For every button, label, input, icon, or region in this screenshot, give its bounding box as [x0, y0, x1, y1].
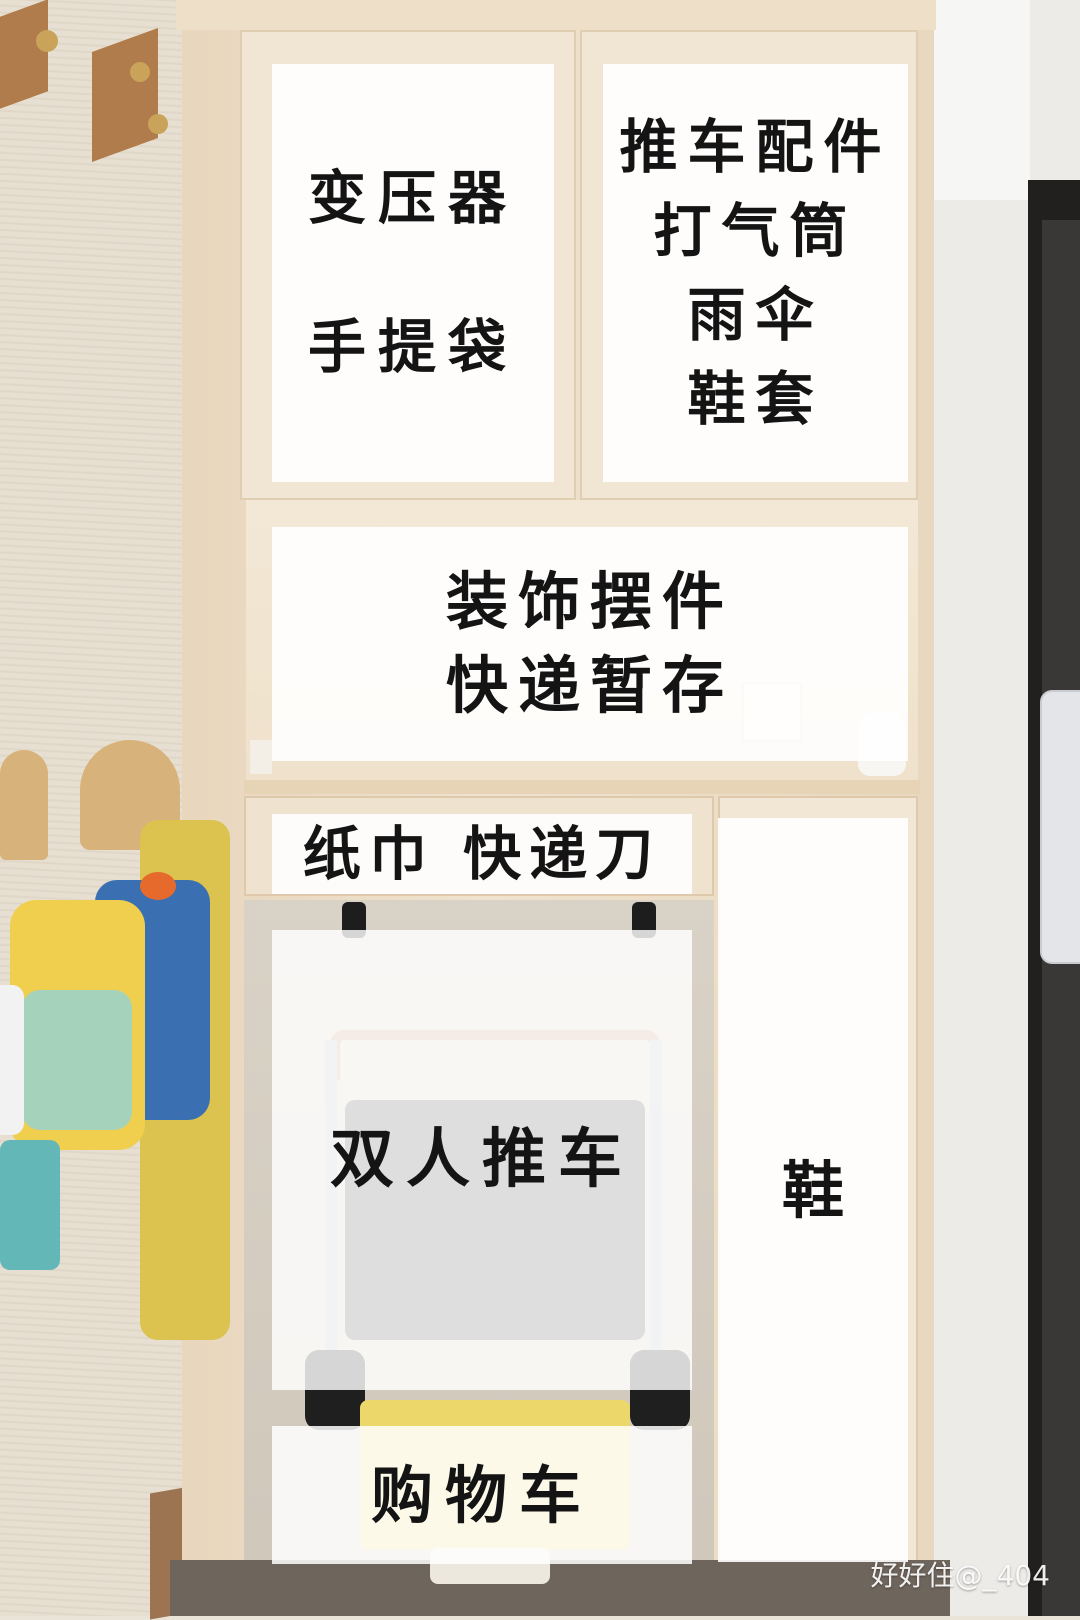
label-shopping-cart: 购物车	[370, 1458, 593, 1532]
small-ornament	[250, 740, 272, 774]
label-parcel-storage: 快递暂存	[445, 649, 734, 722]
brass-hook-knob	[148, 114, 168, 134]
label-transformer: 变压器	[307, 164, 518, 232]
tile-floor	[170, 1560, 950, 1616]
label-umbrella: 雨伞	[687, 281, 824, 349]
backpack-ears	[140, 872, 176, 900]
brass-hook-knob	[130, 62, 150, 82]
watermark: 好好住@_404	[870, 1559, 1050, 1592]
label-handbags: 手提袋	[307, 313, 518, 381]
cloud-coat-rack	[0, 750, 48, 860]
label-upper-right-cabinet: 推车配件 打气筒 雨伞 鞋套	[603, 64, 908, 482]
label-stroller-bay: 双人推车	[272, 930, 692, 1390]
label-tissue-cutter: 纸巾 快递刀	[302, 819, 662, 888]
wall-highlight	[930, 0, 1030, 200]
white-bag	[0, 985, 24, 1135]
label-shoe-cabinet: 鞋	[718, 818, 908, 1562]
label-bottom-bay: 购物车	[272, 1426, 692, 1564]
smart-door-lock	[1040, 690, 1080, 964]
backpack-pocket	[22, 990, 132, 1130]
wood-wall-hook	[0, 0, 48, 109]
label-stroller-accessories: 推车配件	[619, 112, 892, 181]
niche-shelf-board	[244, 780, 920, 794]
entryway-cabinet-photo: 变压器 手提袋 推车配件 打气筒 雨伞 鞋套 装饰摆件 快递暂存 纸巾 快递刀 …	[0, 0, 1080, 1620]
label-double-stroller: 双人推车	[330, 1123, 634, 1197]
label-upper-left-cabinet: 变压器 手提袋	[272, 64, 554, 482]
label-shoes: 鞋	[781, 1153, 844, 1227]
brass-hook-knob	[36, 30, 58, 52]
label-display-niche: 装饰摆件 快递暂存	[272, 527, 908, 761]
label-shoe-covers: 鞋套	[687, 365, 824, 434]
teal-strap	[0, 1140, 60, 1270]
cabinet-top-rail	[176, 0, 936, 30]
label-air-pump: 打气筒	[653, 196, 858, 265]
label-decor: 装饰摆件	[445, 565, 734, 639]
label-drawer: 纸巾 快递刀	[272, 814, 692, 894]
